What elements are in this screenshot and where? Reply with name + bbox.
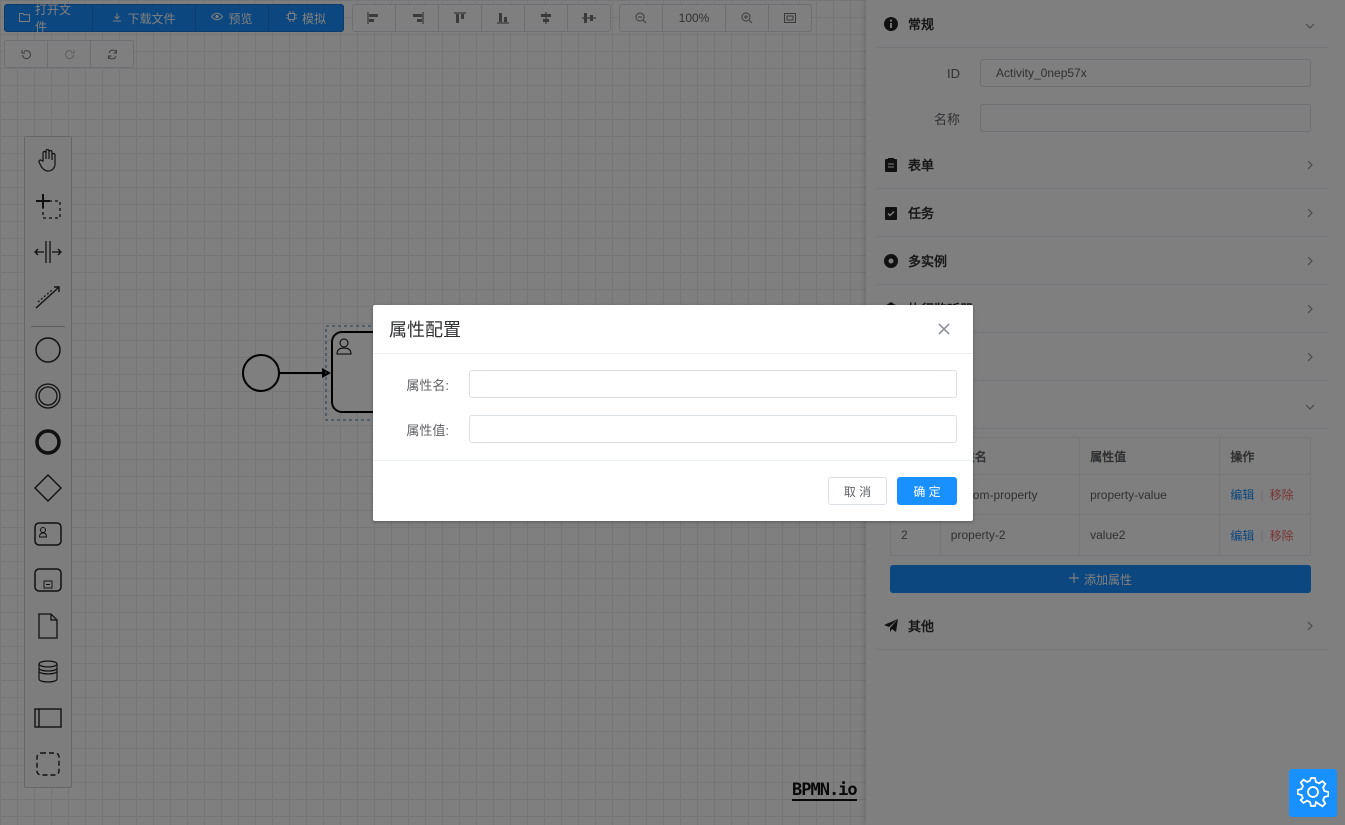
settings-button[interactable] [1289,769,1337,817]
property-value-row: 属性值: [373,415,973,443]
dialog-divider [373,460,973,461]
property-name-input[interactable] [469,370,957,398]
gear-icon [1296,776,1330,811]
confirm-button[interactable]: 确 定 [897,477,957,505]
dialog-header: 属性配置 [373,305,973,354]
close-icon[interactable] [935,320,953,338]
cancel-button[interactable]: 取 消 [828,477,887,505]
property-name-row: 属性名: [373,370,973,398]
property-value-input[interactable] [469,415,957,443]
property-config-dialog: 属性配置 属性名: 属性值: 取 消 确 定 [373,305,973,521]
dialog-title: 属性配置 [389,320,461,340]
